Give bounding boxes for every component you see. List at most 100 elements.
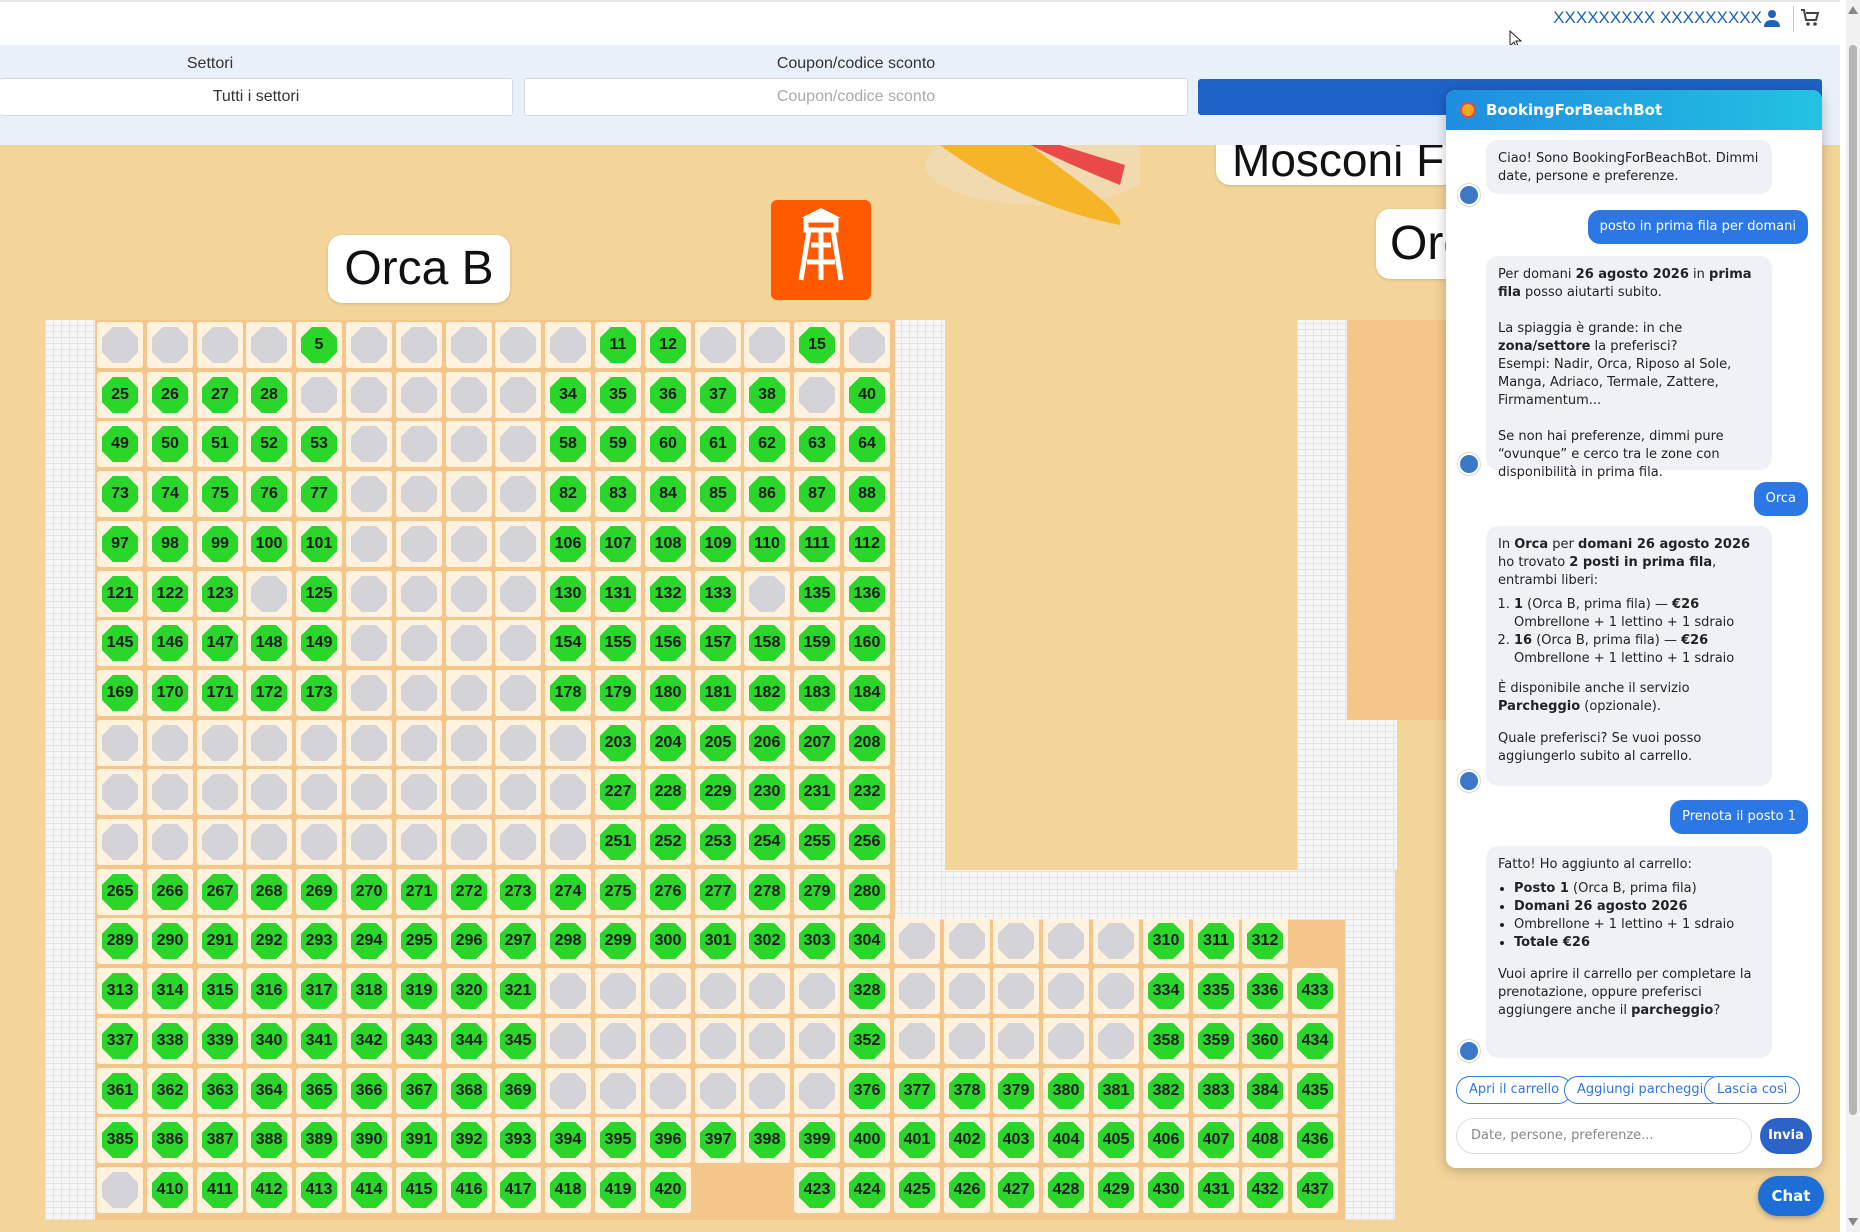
umbrella-spot-302[interactable]: 302 — [744, 918, 790, 964]
umbrella-spot-412[interactable]: 412 — [246, 1167, 292, 1213]
umbrella-spot-74[interactable]: 74 — [147, 471, 193, 517]
umbrella-spot-405[interactable]: 405 — [1093, 1117, 1139, 1163]
umbrella-spot-314[interactable]: 314 — [147, 968, 193, 1014]
umbrella-spot-26[interactable]: 26 — [147, 372, 193, 418]
umbrella-spot-155[interactable]: 155 — [595, 620, 641, 666]
umbrella-spot-171[interactable]: 171 — [197, 670, 243, 716]
umbrella-spot-318[interactable]: 318 — [346, 968, 392, 1014]
umbrella-spot-279[interactable]: 279 — [794, 869, 840, 915]
umbrella-spot-321[interactable]: 321 — [495, 968, 541, 1014]
umbrella-spot-352[interactable]: 352 — [844, 1018, 890, 1064]
umbrella-spot-406[interactable]: 406 — [1143, 1117, 1189, 1163]
umbrella-spot-292[interactable]: 292 — [246, 918, 292, 964]
umbrella-spot-146[interactable]: 146 — [147, 620, 193, 666]
umbrella-spot-379[interactable]: 379 — [993, 1068, 1039, 1114]
umbrella-spot-207[interactable]: 207 — [794, 720, 840, 766]
scrollbar-thumb[interactable] — [1849, 45, 1857, 1115]
user-icon[interactable] — [1764, 9, 1780, 27]
umbrella-spot-380[interactable]: 380 — [1043, 1068, 1089, 1114]
umbrella-spot-299[interactable]: 299 — [595, 918, 641, 964]
umbrella-spot-15[interactable]: 15 — [794, 322, 840, 368]
umbrella-spot-362[interactable]: 362 — [147, 1068, 193, 1114]
umbrella-spot-389[interactable]: 389 — [296, 1117, 342, 1163]
umbrella-spot-358[interactable]: 358 — [1143, 1018, 1189, 1064]
umbrella-spot-432[interactable]: 432 — [1242, 1167, 1288, 1213]
quick-reply-leave[interactable]: Lascia così — [1704, 1076, 1801, 1104]
umbrella-spot-289[interactable]: 289 — [97, 918, 143, 964]
umbrella-spot-37[interactable]: 37 — [695, 372, 741, 418]
umbrella-spot-108[interactable]: 108 — [645, 521, 691, 567]
umbrella-spot-337[interactable]: 337 — [97, 1018, 143, 1064]
umbrella-spot-280[interactable]: 280 — [844, 869, 890, 915]
umbrella-spot-400[interactable]: 400 — [844, 1117, 890, 1163]
umbrella-spot-59[interactable]: 59 — [595, 421, 641, 467]
umbrella-spot-204[interactable]: 204 — [645, 720, 691, 766]
umbrella-spot-388[interactable]: 388 — [246, 1117, 292, 1163]
umbrella-spot-40[interactable]: 40 — [844, 372, 890, 418]
umbrella-spot-386[interactable]: 386 — [147, 1117, 193, 1163]
quick-reply-add-parking[interactable]: Aggiungi parcheggio — [1564, 1076, 1725, 1104]
umbrella-spot-393[interactable]: 393 — [495, 1117, 541, 1163]
umbrella-spot-60[interactable]: 60 — [645, 421, 691, 467]
umbrella-spot-123[interactable]: 123 — [197, 571, 243, 617]
umbrella-spot-273[interactable]: 273 — [495, 869, 541, 915]
umbrella-spot-344[interactable]: 344 — [446, 1018, 492, 1064]
umbrella-spot-416[interactable]: 416 — [446, 1167, 492, 1213]
umbrella-spot-206[interactable]: 206 — [744, 720, 790, 766]
umbrella-spot-319[interactable]: 319 — [396, 968, 442, 1014]
umbrella-spot-76[interactable]: 76 — [246, 471, 292, 517]
umbrella-spot-269[interactable]: 269 — [296, 869, 342, 915]
umbrella-spot-109[interactable]: 109 — [695, 521, 741, 567]
umbrella-spot-50[interactable]: 50 — [147, 421, 193, 467]
umbrella-spot-291[interactable]: 291 — [197, 918, 243, 964]
umbrella-spot-437[interactable]: 437 — [1292, 1167, 1338, 1213]
umbrella-spot-63[interactable]: 63 — [794, 421, 840, 467]
umbrella-spot-328[interactable]: 328 — [844, 968, 890, 1014]
umbrella-spot-61[interactable]: 61 — [695, 421, 741, 467]
send-button[interactable]: Invia — [1760, 1118, 1812, 1154]
umbrella-spot-208[interactable]: 208 — [844, 720, 890, 766]
umbrella-spot-381[interactable]: 381 — [1093, 1068, 1139, 1114]
umbrella-spot-267[interactable]: 267 — [197, 869, 243, 915]
umbrella-spot-385[interactable]: 385 — [97, 1117, 143, 1163]
umbrella-spot-131[interactable]: 131 — [595, 571, 641, 617]
umbrella-spot-368[interactable]: 368 — [446, 1068, 492, 1114]
coupon-input[interactable]: Coupon/codice sconto — [524, 78, 1188, 116]
umbrella-spot-132[interactable]: 132 — [645, 571, 691, 617]
umbrella-spot-82[interactable]: 82 — [545, 471, 591, 517]
umbrella-spot-86[interactable]: 86 — [744, 471, 790, 517]
umbrella-spot-265[interactable]: 265 — [97, 869, 143, 915]
umbrella-spot-35[interactable]: 35 — [595, 372, 641, 418]
umbrella-spot-376[interactable]: 376 — [844, 1068, 890, 1114]
umbrella-spot-100[interactable]: 100 — [246, 521, 292, 567]
umbrella-spot-256[interactable]: 256 — [844, 819, 890, 865]
umbrella-spot-158[interactable]: 158 — [744, 620, 790, 666]
umbrella-spot-51[interactable]: 51 — [197, 421, 243, 467]
umbrella-spot-377[interactable]: 377 — [894, 1068, 940, 1114]
umbrella-spot-336[interactable]: 336 — [1242, 968, 1288, 1014]
umbrella-spot-338[interactable]: 338 — [147, 1018, 193, 1064]
umbrella-spot-266[interactable]: 266 — [147, 869, 193, 915]
umbrella-spot-178[interactable]: 178 — [545, 670, 591, 716]
umbrella-spot-345[interactable]: 345 — [495, 1018, 541, 1064]
umbrella-spot-411[interactable]: 411 — [197, 1167, 243, 1213]
umbrella-spot-429[interactable]: 429 — [1093, 1167, 1139, 1213]
umbrella-spot-135[interactable]: 135 — [794, 571, 840, 617]
umbrella-spot-122[interactable]: 122 — [147, 571, 193, 617]
umbrella-spot-84[interactable]: 84 — [645, 471, 691, 517]
umbrella-spot-290[interactable]: 290 — [147, 918, 193, 964]
umbrella-spot-25[interactable]: 25 — [97, 372, 143, 418]
umbrella-spot-278[interactable]: 278 — [744, 869, 790, 915]
umbrella-spot-203[interactable]: 203 — [595, 720, 641, 766]
umbrella-spot-182[interactable]: 182 — [744, 670, 790, 716]
umbrella-spot-397[interactable]: 397 — [695, 1117, 741, 1163]
umbrella-spot-339[interactable]: 339 — [197, 1018, 243, 1064]
umbrella-spot-407[interactable]: 407 — [1193, 1117, 1239, 1163]
umbrella-spot-398[interactable]: 398 — [744, 1117, 790, 1163]
cart-icon[interactable] — [1800, 8, 1820, 28]
umbrella-spot-382[interactable]: 382 — [1143, 1068, 1189, 1114]
umbrella-spot-34[interactable]: 34 — [545, 372, 591, 418]
umbrella-spot-64[interactable]: 64 — [844, 421, 890, 467]
umbrella-spot-251[interactable]: 251 — [595, 819, 641, 865]
umbrella-spot-181[interactable]: 181 — [695, 670, 741, 716]
